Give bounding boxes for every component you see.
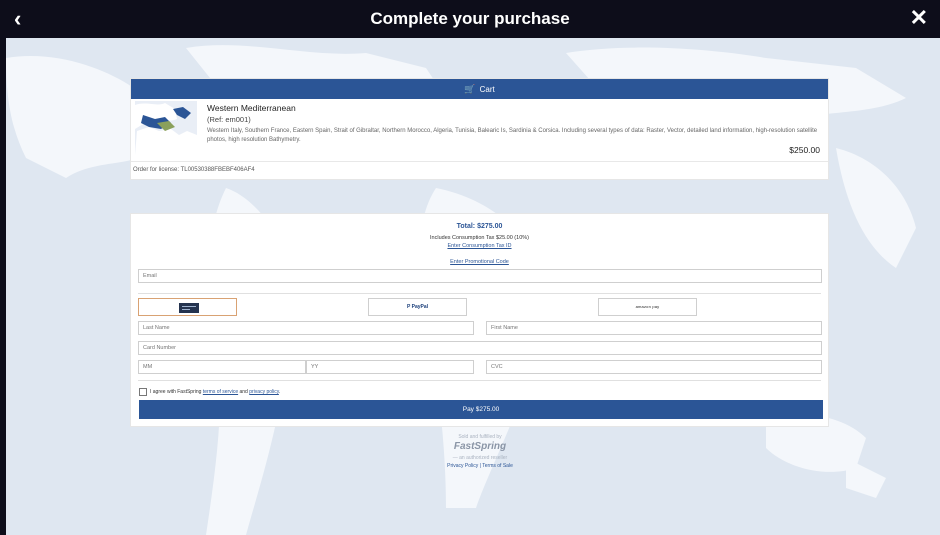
product-ref: (Ref: em001) [207, 115, 251, 124]
agree-suffix: . [278, 389, 281, 395]
order-total: Total: $275.00 [456, 223, 503, 230]
product-description: Western Italy, Southern France, Eastern … [207, 128, 818, 143]
first-name-field[interactable] [486, 321, 822, 335]
amazon-pay-logo: amazon pay [635, 304, 660, 309]
expiry-year-field[interactable] [306, 360, 474, 374]
terms-agreement: I agree with FastSpring terms of service… [150, 389, 280, 395]
amazon-pay-method[interactable]: amazon pay [598, 298, 697, 316]
page-title: Complete your purchase [370, 9, 570, 28]
section-divider [138, 293, 821, 294]
privacy-policy-link[interactable]: privacy policy [249, 389, 279, 395]
footer-divider: | [479, 463, 481, 469]
paypal-method[interactable]: P PayPal [368, 298, 467, 316]
card-number-field[interactable] [138, 341, 822, 355]
product-map-thumbnail [135, 101, 197, 155]
pay-button[interactable]: Pay $275.00 [139, 400, 823, 419]
section-divider [138, 380, 821, 381]
map-thumbnail-graphic [135, 101, 197, 155]
paypal-logo: P PayPal [406, 304, 429, 310]
email-field[interactable] [138, 269, 822, 283]
product-price: $250.00 [789, 145, 820, 155]
last-name-field[interactable] [138, 321, 474, 335]
tax-id-link[interactable]: Enter Consumption Tax ID [131, 243, 828, 249]
cart-header: 🛒 Cart [131, 79, 828, 99]
close-icon[interactable]: ✕ [910, 5, 928, 31]
fastspring-logo: FastSpring [453, 441, 507, 452]
agree-and: and [239, 389, 248, 395]
footer-links: Privacy Policy | Terms of Sale [400, 463, 560, 469]
terms-checkbox[interactable] [139, 388, 147, 396]
cvc-field[interactable] [486, 360, 822, 374]
cart-icon: 🛒 [464, 84, 476, 94]
sold-by-text: Sold and fulfilled by [458, 434, 502, 440]
tax-note: Includes Consumption Tax $25.00 (10%) [430, 235, 529, 241]
reseller-text: — an authorized reseller [452, 455, 508, 461]
product-name: Western Mediterranean [207, 103, 296, 113]
promo-code-link[interactable]: Enter Promotional Code [131, 259, 828, 265]
terms-of-sale-link[interactable]: Terms of Sale [482, 463, 513, 469]
cart-card: 🛒 Cart Western Mediterranean (Ref: em001… [130, 78, 829, 180]
credit-card-method[interactable] [138, 298, 237, 316]
license-text: Order for license: TL00530388FBEBF406AF4 [133, 167, 255, 173]
cart-header-label: Cart [479, 85, 495, 94]
agree-prefix: I agree with FastSpring [150, 389, 202, 395]
cart-divider [131, 161, 828, 162]
terms-of-service-link[interactable]: terms of service [203, 389, 238, 395]
credit-card-icon [179, 303, 199, 313]
expiry-month-field[interactable] [138, 360, 306, 374]
payment-card: Total: $275.00 Includes Consumption Tax … [130, 213, 829, 427]
title-bar: ‹ Complete your purchase ✕ [0, 0, 940, 38]
privacy-policy-footer-link[interactable]: Privacy Policy [447, 463, 478, 469]
